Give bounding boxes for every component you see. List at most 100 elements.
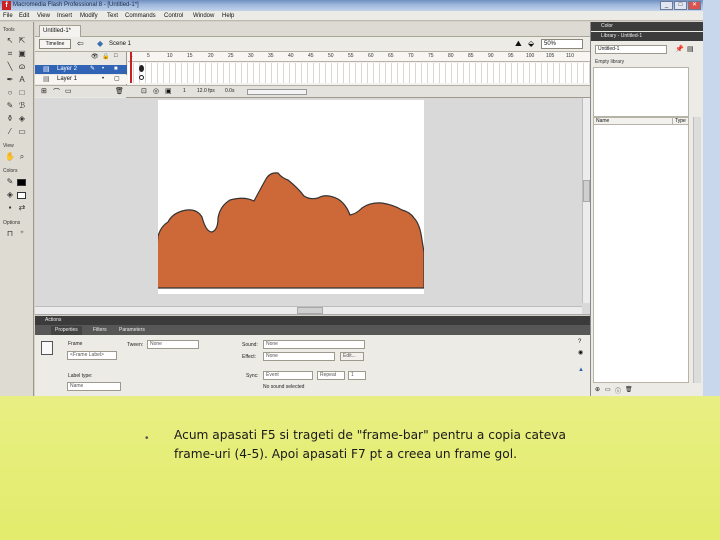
eye-icon[interactable]: 👁 <box>91 53 99 60</box>
eraser-tool-icon[interactable]: ▭ <box>17 127 27 137</box>
layer-1-outline-box-icon[interactable]: ▢ <box>114 75 120 84</box>
stroke-color-swatch[interactable] <box>17 179 26 186</box>
accessibility-icon[interactable]: ◉ <box>578 349 583 356</box>
tab-parameters[interactable]: Parameters <box>115 326 149 335</box>
properties-icon[interactable]: ⓘ <box>615 386 621 395</box>
zoom-dropdown[interactable]: 50% <box>541 39 583 49</box>
brush-tool-icon[interactable]: ℬ <box>17 101 27 111</box>
menu-commands[interactable]: Commands <box>125 12 156 20</box>
edit-scene-icon[interactable]: ⛰ <box>515 39 522 49</box>
fill-color-icon[interactable]: ◈ <box>5 190 15 200</box>
layer-1-visible-dot-icon[interactable]: • <box>102 75 104 84</box>
pencil-tool-icon[interactable]: ✎ <box>5 101 15 111</box>
new-library-panel-icon[interactable]: ▤ <box>687 45 694 53</box>
tab-filters[interactable]: Filters <box>89 326 111 335</box>
stage-vertical-scrollbar[interactable] <box>582 98 590 303</box>
free-transform-tool-icon[interactable]: ⌗ <box>5 49 15 59</box>
line-tool-icon[interactable]: ╲ <box>5 62 15 72</box>
library-document-dropdown[interactable]: Untitled-1 <box>595 45 667 54</box>
playhead[interactable] <box>130 52 132 83</box>
layer-outline-box-icon[interactable]: ■ <box>114 65 118 74</box>
library-item-list[interactable] <box>593 125 689 383</box>
tab-properties[interactable]: Properties <box>51 326 82 335</box>
delete-layer-icon[interactable]: 🗑 <box>115 87 124 95</box>
stroke-color-icon[interactable]: ✎ <box>5 177 15 187</box>
document-tab[interactable]: Untitled-1* <box>39 25 81 37</box>
menu-edit[interactable]: Edit <box>19 12 29 20</box>
zoom-tool-icon[interactable]: ⌕ <box>17 152 27 162</box>
orange-hill-shape[interactable] <box>156 172 425 289</box>
library-name-column[interactable]: Name <box>596 118 609 125</box>
eyedropper-tool-icon[interactable]: ⁄ <box>5 127 15 137</box>
color-panel-header[interactable]: Color <box>591 22 703 31</box>
layer-1-blank-keyframe[interactable] <box>139 75 144 80</box>
text-tool-icon[interactable]: A <box>17 75 27 85</box>
delete-item-icon[interactable]: 🗑 <box>625 386 633 393</box>
edit-effect-button[interactable]: Edit... <box>340 352 364 361</box>
close-button[interactable]: ✕ <box>688 1 701 10</box>
paint-bucket-tool-icon[interactable]: ◈ <box>17 114 27 124</box>
gradient-transform-tool-icon[interactable]: ▣ <box>17 49 27 59</box>
sound-dropdown[interactable]: None <box>263 340 365 349</box>
lasso-tool-icon[interactable]: ɷ <box>17 62 27 72</box>
menu-view[interactable]: View <box>37 12 50 20</box>
maximize-button[interactable]: □ <box>674 1 687 10</box>
swap-colors-icon[interactable]: ⇄ <box>17 203 27 213</box>
menu-text[interactable]: Text <box>107 12 118 20</box>
stage-horizontal-scrollbar[interactable] <box>35 306 582 314</box>
outline-icon[interactable]: □ <box>114 53 118 59</box>
collapse-properties-icon[interactable]: ▲ <box>578 367 584 373</box>
onion-skin-icon[interactable]: ◎ <box>153 87 159 95</box>
oval-tool-icon[interactable]: ○ <box>5 88 15 98</box>
library-panel-header[interactable]: Library - Untitled-1 <box>591 32 703 41</box>
layer-visible-dot-icon[interactable]: • <box>102 65 104 74</box>
library-scrollbar[interactable] <box>693 117 701 383</box>
add-guide-icon[interactable]: ⌒ <box>53 87 60 97</box>
rectangle-tool-icon[interactable]: □ <box>17 88 27 98</box>
snap-option-icon[interactable]: ⊓ <box>5 229 15 239</box>
stage-horizontal-scroll-thumb[interactable] <box>297 307 323 314</box>
center-frame-icon[interactable]: ⊡ <box>141 87 147 95</box>
stage[interactable] <box>156 100 425 294</box>
frame-ruler[interactable]: 1 5 10 15 20 25 30 35 40 45 50 55 60 65 … <box>128 52 590 62</box>
smooth-option-icon[interactable]: ⁺ <box>17 229 27 239</box>
pen-tool-icon[interactable]: ✒ <box>5 75 15 85</box>
subselection-tool-icon[interactable]: ⇱ <box>17 36 27 46</box>
menu-control[interactable]: Control <box>164 12 183 20</box>
repeat-dropdown[interactable]: Repeat <box>317 371 345 380</box>
menu-window[interactable]: Window <box>193 12 214 20</box>
sync-dropdown[interactable]: Event <box>263 371 313 380</box>
hand-tool-icon[interactable]: ✋ <box>5 152 15 162</box>
pin-library-icon[interactable]: 📌 <box>675 45 684 53</box>
minimize-button[interactable]: _ <box>660 1 673 10</box>
library-type-column[interactable]: Type <box>672 118 686 125</box>
timeline-scrollbar[interactable] <box>247 89 307 95</box>
new-folder-icon[interactable]: ▭ <box>605 386 611 393</box>
add-folder-icon[interactable]: ▭ <box>65 87 72 95</box>
add-layer-icon[interactable]: ⊞ <box>41 87 47 95</box>
lock-icon[interactable]: 🔒 <box>102 53 109 60</box>
menu-insert[interactable]: Insert <box>57 12 72 20</box>
selection-tool-icon[interactable]: ↖ <box>5 36 15 46</box>
new-symbol-icon[interactable]: ⊕ <box>595 386 600 393</box>
edit-symbol-icon[interactable]: ⬙ <box>528 39 534 49</box>
timeline-toggle-button[interactable]: Timeline <box>39 39 71 49</box>
stage-vertical-scroll-thumb[interactable] <box>583 180 590 202</box>
frame-label-input[interactable]: <Frame Label> <box>67 351 117 360</box>
menu-modify[interactable]: Modify <box>80 12 98 20</box>
frame-grid[interactable] <box>128 63 590 83</box>
repeat-count-input[interactable]: 1 <box>348 371 366 380</box>
menu-help[interactable]: Help <box>222 12 234 20</box>
tween-dropdown[interactable]: None <box>147 340 199 349</box>
edit-multiple-frames-icon[interactable]: ▣ <box>165 87 172 95</box>
effect-dropdown[interactable]: None <box>263 352 335 361</box>
layer-2-keyframe[interactable] <box>139 65 144 72</box>
default-colors-icon[interactable]: ▪ <box>5 203 15 213</box>
help-icon[interactable]: ? <box>578 339 581 345</box>
menu-file[interactable]: File <box>3 12 13 20</box>
actions-panel-bar[interactable]: Actions <box>35 316 590 325</box>
label-type-dropdown[interactable]: Name <box>67 382 121 391</box>
ink-bottle-tool-icon[interactable]: ⚱ <box>5 114 15 124</box>
back-arrow-icon[interactable]: ⇦ <box>77 39 84 49</box>
fill-color-swatch[interactable] <box>17 192 26 199</box>
